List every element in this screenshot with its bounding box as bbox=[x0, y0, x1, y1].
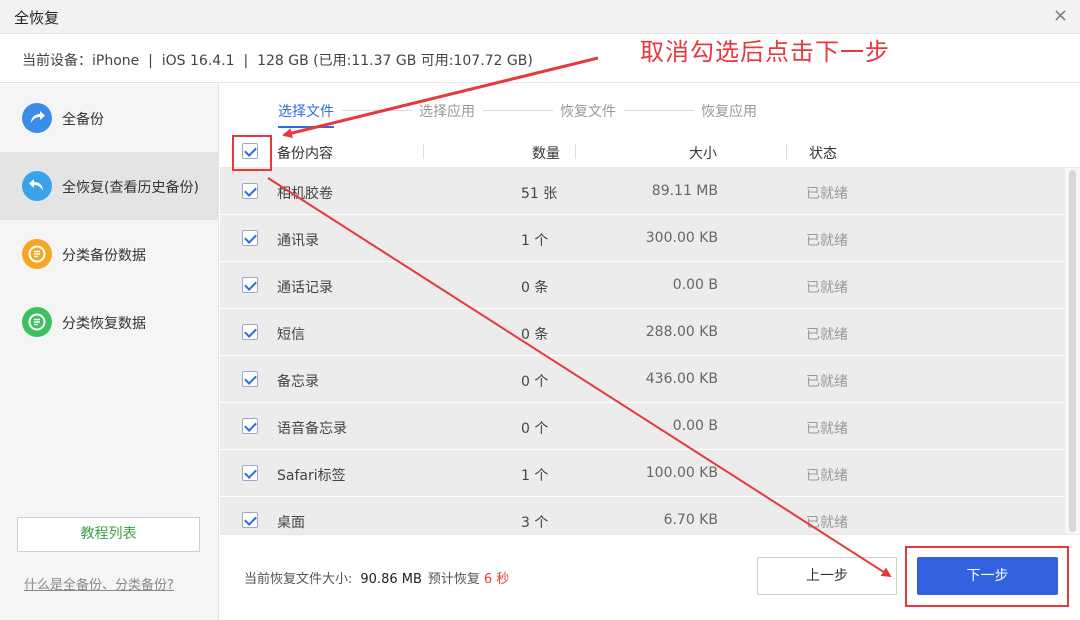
header-divider bbox=[423, 144, 424, 159]
backup-help-link[interactable]: 什么是全备份、分类备份? bbox=[24, 574, 174, 593]
row-checkbox[interactable] bbox=[242, 418, 258, 434]
step-select-files: 选择文件 bbox=[278, 104, 334, 120]
row-name: Safari标签 bbox=[277, 468, 346, 484]
title-bar: 全恢复 × bbox=[0, 0, 1080, 34]
row-name: 短信 bbox=[277, 327, 305, 343]
sidebar-item-full-backup[interactable]: 全备份 bbox=[0, 84, 219, 152]
row-count: 1 个 bbox=[521, 233, 549, 249]
header-name: 备份内容 bbox=[277, 146, 333, 162]
table-header: 备份内容 数量 大小 状态 bbox=[220, 134, 1080, 168]
row-size: 436.00 KB bbox=[645, 371, 718, 387]
row-status: 已就绪 bbox=[806, 421, 848, 437]
restore-time-label: 预计恢复 bbox=[427, 572, 480, 587]
restore-summary: 当前恢复文件大小: 90.86 MB 预计恢复 6 秒 bbox=[244, 568, 509, 587]
row-count: 0 条 bbox=[521, 327, 549, 343]
table-row[interactable]: 相机胶卷 51 张 89.11 MB 已就绪 bbox=[220, 168, 1065, 215]
row-name: 桌面 bbox=[277, 515, 305, 531]
table-row[interactable]: 桌面 3 个 6.70 KB 已就绪 bbox=[220, 497, 1065, 534]
restore-arrow-icon bbox=[22, 171, 52, 201]
row-name: 备忘录 bbox=[277, 374, 319, 390]
sidebar-item-category-backup[interactable]: 分类备份数据 bbox=[0, 220, 219, 288]
step-indicator: 选择文件 选择应用 恢复文件 恢复应用 bbox=[220, 84, 1080, 134]
row-status: 已就绪 bbox=[806, 186, 848, 202]
window-title: 全恢复 bbox=[14, 9, 60, 27]
row-count: 0 个 bbox=[521, 421, 549, 437]
restore-size-value: 90.86 MB bbox=[360, 572, 422, 587]
sidebar-item-label: 分类恢复数据 bbox=[62, 316, 146, 332]
row-name: 相机胶卷 bbox=[277, 186, 333, 202]
backup-arrow-icon bbox=[22, 103, 52, 133]
row-status: 已就绪 bbox=[806, 233, 848, 249]
row-name: 通讯录 bbox=[277, 233, 319, 249]
row-size: 0.00 B bbox=[672, 277, 718, 293]
table-row[interactable]: 语音备忘录 0 个 0.00 B 已就绪 bbox=[220, 403, 1065, 450]
step-connector bbox=[342, 110, 412, 111]
header-divider bbox=[786, 144, 787, 159]
close-icon[interactable]: × bbox=[1053, 5, 1068, 26]
row-size: 300.00 KB bbox=[645, 230, 718, 246]
table-row[interactable]: 备忘录 0 个 436.00 KB 已就绪 bbox=[220, 356, 1065, 403]
row-status: 已就绪 bbox=[806, 468, 848, 484]
row-name: 通话记录 bbox=[277, 280, 333, 296]
step-select-apps: 选择应用 bbox=[419, 104, 475, 120]
row-size: 6.70 KB bbox=[663, 512, 718, 528]
sidebar-item-label: 全备份 bbox=[62, 112, 104, 128]
row-status: 已就绪 bbox=[806, 327, 848, 343]
row-count: 1 个 bbox=[521, 468, 549, 484]
header-divider bbox=[575, 144, 576, 159]
sidebar-item-full-restore[interactable]: 全恢复(查看历史备份) bbox=[0, 152, 219, 220]
row-size: 288.00 KB bbox=[645, 324, 718, 340]
header-status: 状态 bbox=[809, 146, 837, 162]
table-scrollbar[interactable] bbox=[1065, 168, 1080, 534]
sidebar-item-label: 分类备份数据 bbox=[62, 248, 146, 264]
restore-time-value: 6 秒 bbox=[483, 572, 510, 587]
header-size: 大小 bbox=[689, 146, 717, 162]
backup-content-table: 备份内容 数量 大小 状态 相机胶卷 51 张 89.11 MB 已就绪 通讯录 1 个3… bbox=[220, 134, 1080, 534]
device-info-bar: 当前设备：iPhone | iOS 16.4.1 | 128 GB (已用:11… bbox=[0, 35, 1080, 83]
row-size: 89.11 MB bbox=[651, 183, 718, 199]
footer-bar: 当前恢复文件大小: 90.86 MB 预计恢复 6 秒 上一步 下一步 bbox=[220, 534, 1080, 620]
category-restore-icon bbox=[22, 307, 52, 337]
sidebar-item-category-restore[interactable]: 分类恢复数据 bbox=[0, 288, 219, 356]
table-row[interactable]: Safari标签 1 个 100.00 KB 已就绪 bbox=[220, 450, 1065, 497]
table-row[interactable]: 通话记录 0 条 0.00 B 已就绪 bbox=[220, 262, 1065, 309]
row-checkbox[interactable] bbox=[242, 512, 258, 528]
step-restore-apps: 恢复应用 bbox=[701, 104, 757, 120]
row-size: 0.00 B bbox=[672, 418, 718, 434]
row-checkbox[interactable] bbox=[242, 230, 258, 246]
scrollbar-thumb[interactable] bbox=[1069, 170, 1076, 532]
row-status: 已就绪 bbox=[806, 515, 848, 531]
row-name: 语音备忘录 bbox=[277, 421, 347, 437]
table-row[interactable]: 通讯录 1 个 300.00 KB 已就绪 bbox=[220, 215, 1065, 262]
row-count: 3 个 bbox=[521, 515, 549, 531]
step-connector bbox=[483, 110, 553, 111]
previous-step-button[interactable]: 上一步 bbox=[757, 557, 897, 595]
step-connector bbox=[624, 110, 694, 111]
row-checkbox[interactable] bbox=[242, 465, 258, 481]
step-restore-files: 恢复文件 bbox=[560, 104, 616, 120]
row-checkbox[interactable] bbox=[242, 183, 258, 199]
row-count: 0 个 bbox=[521, 374, 549, 390]
table-body: 相机胶卷 51 张 89.11 MB 已就绪 通讯录 1 个 300.00 KB 已就绪 通话记… bbox=[220, 168, 1065, 534]
row-checkbox[interactable] bbox=[242, 371, 258, 387]
sidebar-item-label: 全恢复(查看历史备份) bbox=[62, 180, 199, 196]
row-status: 已就绪 bbox=[806, 374, 848, 390]
next-step-button[interactable]: 下一步 bbox=[917, 557, 1058, 595]
row-status: 已就绪 bbox=[806, 280, 848, 296]
restore-size-label: 当前恢复文件大小: bbox=[244, 572, 353, 587]
sidebar: 全备份 全恢复(查看历史备份) 分类备份数据 分类恢复数据 教程列表 什么是全备… bbox=[0, 84, 219, 620]
row-count: 51 张 bbox=[521, 186, 558, 202]
row-checkbox[interactable] bbox=[242, 277, 258, 293]
header-count: 数量 bbox=[532, 146, 560, 162]
row-checkbox[interactable] bbox=[242, 324, 258, 340]
annotation-instruction: 取消勾选后点击下一步 bbox=[640, 38, 890, 66]
row-size: 100.00 KB bbox=[645, 465, 718, 481]
select-all-checkbox[interactable] bbox=[242, 143, 258, 159]
tutorial-list-button[interactable]: 教程列表 bbox=[17, 517, 200, 552]
device-info: 当前设备：iPhone | iOS 16.4.1 | 128 GB (已用:11… bbox=[22, 53, 533, 69]
table-row[interactable]: 短信 0 条 288.00 KB 已就绪 bbox=[220, 309, 1065, 356]
row-count: 0 条 bbox=[521, 280, 549, 296]
category-backup-icon bbox=[22, 239, 52, 269]
active-step-underline bbox=[278, 126, 334, 128]
